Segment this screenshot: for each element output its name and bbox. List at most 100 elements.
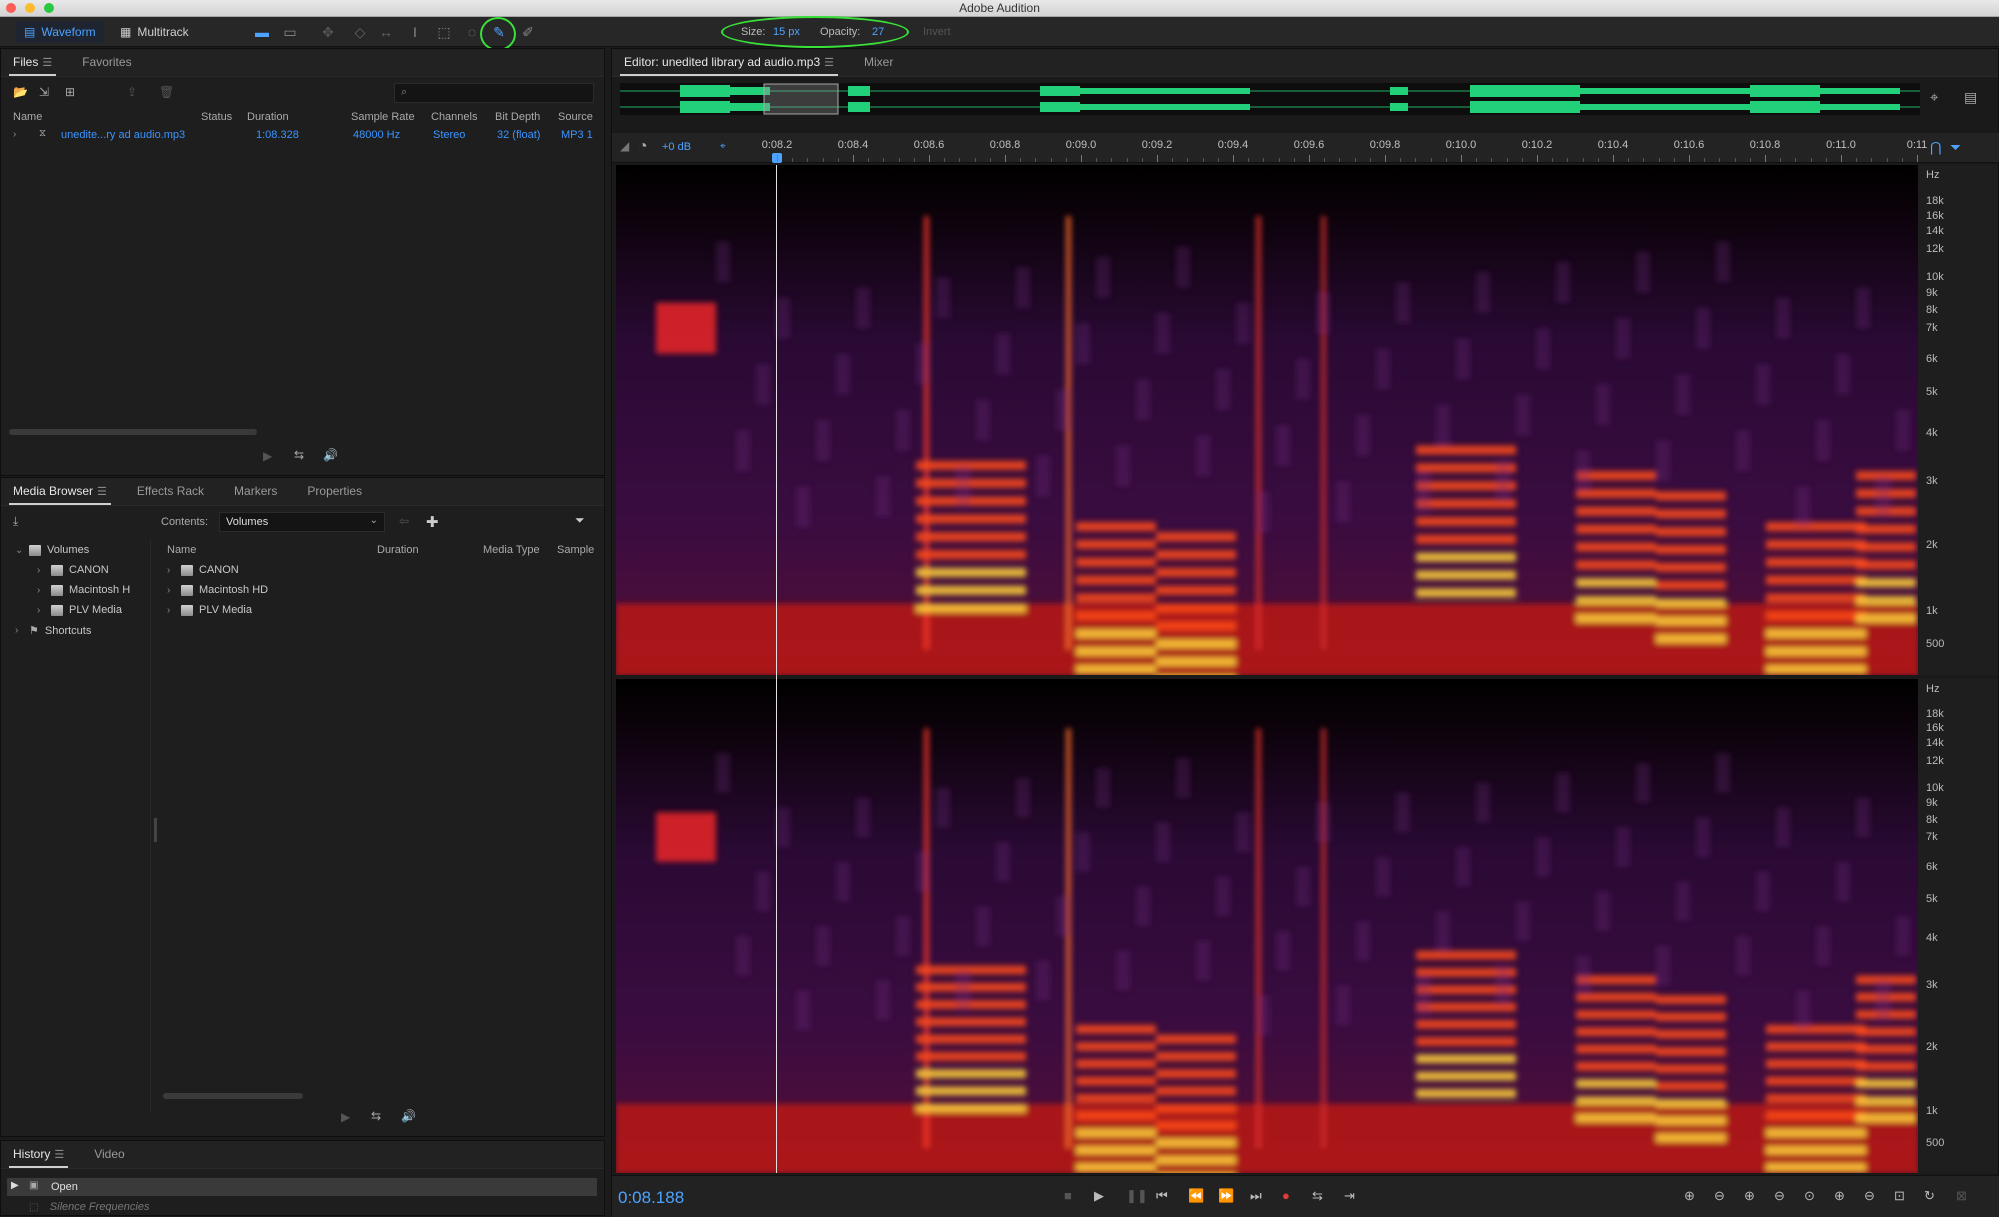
zoom-reset-icon[interactable]: ↻ [1924, 1188, 1935, 1204]
zoom-out-amplitude-icon[interactable]: ⊖ [1714, 1188, 1725, 1204]
loop-preview-icon[interactable]: ⇆ [294, 448, 304, 462]
spectral-display-icon[interactable]: ▬ [252, 23, 272, 41]
zoom-extra-icon[interactable]: ⊠ [1956, 1188, 1967, 1204]
chevron-right-icon[interactable]: › [15, 625, 23, 636]
files-search-input[interactable]: ⌕ [394, 83, 594, 103]
zoom-out-full-icon[interactable]: ⊙ [1804, 1188, 1815, 1204]
spectral-marker-icon[interactable]: ⏷ [1950, 139, 1961, 156]
tree-canon[interactable]: › CANON [37, 564, 109, 576]
col-sample-rate[interactable]: Sample Rate [351, 111, 415, 123]
media-item-canon[interactable]: › CANON [167, 564, 239, 576]
tab-history[interactable]: History ☰ [9, 1147, 69, 1168]
media-item-macintosh-hd[interactable]: › Macintosh HD [167, 584, 268, 596]
hud-knob-icon[interactable]: ◔ [638, 138, 648, 156]
tree-macintosh[interactable]: › Macintosh H [37, 584, 130, 596]
chevron-right-icon[interactable]: › [37, 585, 45, 596]
spectral-pitch-icon[interactable]: ▭ [280, 23, 300, 41]
razor-tool-icon[interactable]: ◇ [350, 23, 370, 41]
loop-preview-icon[interactable]: ⇆ [371, 1109, 381, 1123]
history-item-open[interactable]: ▶ ▣ Open [7, 1178, 597, 1196]
spot-healing-tool-icon[interactable]: ✐ [518, 23, 538, 41]
autoplay-icon[interactable]: 🔊 [401, 1109, 416, 1123]
tab-favorites[interactable]: Favorites [78, 55, 135, 76]
snap-pin-icon[interactable]: ⌖ [720, 141, 726, 152]
tab-editor[interactable]: Editor: unedited library ad audio.mp3 ☰ [620, 55, 838, 76]
col-duration[interactable]: Duration [247, 111, 289, 123]
tab-media-browser[interactable]: Media Browser ☰ [9, 484, 111, 505]
marquee-tool-icon[interactable]: ⬚ [434, 23, 454, 41]
play-icon[interactable]: ▶ [1094, 1188, 1104, 1204]
move-tool-icon[interactable]: ✥ [318, 23, 338, 41]
open-file-icon[interactable]: 📂 [13, 85, 28, 99]
time-ruler[interactable]: ◢ ◔ +0 dB ⌖ 0:08.2 0:08.4 0:08.6 0:08.8 0:09… [612, 133, 1999, 163]
media-item-plv-media[interactable]: › PLV Media [167, 604, 252, 616]
chevron-right-icon[interactable]: › [167, 585, 175, 596]
zoom-target-icon[interactable]: ⌖ [1930, 89, 1938, 106]
filter-icon[interactable]: ⏷ [575, 513, 585, 528]
zoom-out-time-icon[interactable]: ⊖ [1774, 1188, 1785, 1204]
tree-volumes[interactable]: ⌄ Volumes [15, 544, 89, 556]
chevron-right-icon[interactable]: › [37, 605, 45, 616]
back-arrow-icon[interactable]: ⇦ [399, 514, 409, 528]
slip-tool-icon[interactable]: ↔ [376, 23, 396, 41]
playhead-line[interactable] [776, 165, 777, 1173]
chevron-down-icon[interactable]: ⌄ [15, 545, 23, 556]
insert-icon[interactable]: ⇪ [127, 85, 137, 99]
record-icon[interactable]: ● [1282, 1188, 1290, 1203]
tab-effects-rack[interactable]: Effects Rack [133, 484, 208, 505]
panel-menu-icon[interactable]: ▤ [1964, 89, 1977, 106]
col-channels[interactable]: Channels [431, 111, 477, 123]
media-col-media-type[interactable]: Media Type [483, 544, 540, 556]
zoom-out-point-icon[interactable]: ⊖ [1864, 1188, 1875, 1204]
waveform-view-button[interactable]: ▤ Waveform [16, 21, 104, 43]
overview-waveform[interactable] [620, 83, 1920, 115]
zoom-selection-icon[interactable]: ⊡ [1894, 1188, 1905, 1204]
chevron-right-icon[interactable]: › [167, 565, 175, 576]
tab-properties[interactable]: Properties [303, 484, 366, 505]
zoom-in-point-icon[interactable]: ⊕ [1834, 1188, 1845, 1204]
stop-icon[interactable]: ■ [1064, 1188, 1072, 1203]
tab-mixer[interactable]: Mixer [860, 55, 897, 76]
skip-selection-icon[interactable]: ⇥ [1344, 1188, 1355, 1204]
delete-icon[interactable]: 🗑 [159, 85, 174, 99]
invert-checkbox[interactable]: Invert [923, 26, 951, 38]
fast-forward-icon[interactable]: ⏩ [1218, 1188, 1234, 1204]
import-file-icon[interactable]: ⇲ [39, 85, 49, 99]
autoplay-icon[interactable]: 🔊 [323, 448, 338, 462]
spectrogram-right-channel[interactable] [616, 679, 1918, 1173]
play-history-icon[interactable]: ▶ [11, 1180, 19, 1191]
col-status[interactable]: Status [201, 111, 232, 123]
media-list-scrollbar[interactable] [163, 1093, 303, 1099]
new-file-icon[interactable]: ⊞ [65, 85, 75, 99]
file-row[interactable]: › ⧖ unedite...ry ad audio.mp3 1:08.328 4… [1, 126, 604, 144]
media-col-duration[interactable]: Duration [377, 544, 419, 556]
media-col-name[interactable]: Name [167, 544, 196, 556]
download-icon[interactable]: ⤓ [13, 514, 18, 529]
media-col-sample[interactable]: Sample [557, 544, 594, 556]
skip-to-start-icon[interactable]: ⏮ [1156, 1188, 1168, 1204]
multitrack-view-button[interactable]: ▦ Multitrack [112, 21, 197, 43]
loop-playback-icon[interactable]: ⇆ [1312, 1188, 1323, 1204]
play-preview-icon[interactable]: ▶ [263, 449, 272, 463]
play-preview-icon[interactable]: ▶ [341, 1110, 350, 1124]
col-source[interactable]: Source [558, 111, 593, 123]
tab-markers[interactable]: Markers [230, 484, 281, 505]
tree-shortcuts[interactable]: › ⚑ Shortcuts [15, 624, 91, 638]
tab-video[interactable]: Video [90, 1147, 128, 1168]
chevron-right-icon[interactable]: › [37, 565, 45, 576]
spectrogram-left-channel[interactable] [616, 165, 1918, 675]
files-horizontal-scrollbar[interactable] [9, 429, 257, 435]
zoom-in-amplitude-icon[interactable]: ⊕ [1684, 1188, 1695, 1204]
zoom-in-time-icon[interactable]: ⊕ [1744, 1188, 1755, 1204]
add-shortcut-icon[interactable]: ✚ [426, 513, 439, 531]
hud-gain-label[interactable]: +0 dB [662, 141, 691, 153]
splitter-handle[interactable] [154, 818, 157, 842]
rewind-icon[interactable]: ⏪ [1188, 1188, 1204, 1204]
tree-plv-media[interactable]: › PLV Media [37, 604, 122, 616]
pause-icon[interactable]: ❚❚ [1126, 1188, 1148, 1204]
loop-icon[interactable]: ⋂ [1930, 139, 1941, 156]
time-selection-tool-icon[interactable]: I [405, 23, 425, 41]
skip-to-end-icon[interactable]: ⏭ [1250, 1188, 1262, 1204]
lasso-tool-icon[interactable]: ◌ [462, 23, 482, 41]
col-bit-depth[interactable]: Bit Depth [495, 111, 540, 123]
